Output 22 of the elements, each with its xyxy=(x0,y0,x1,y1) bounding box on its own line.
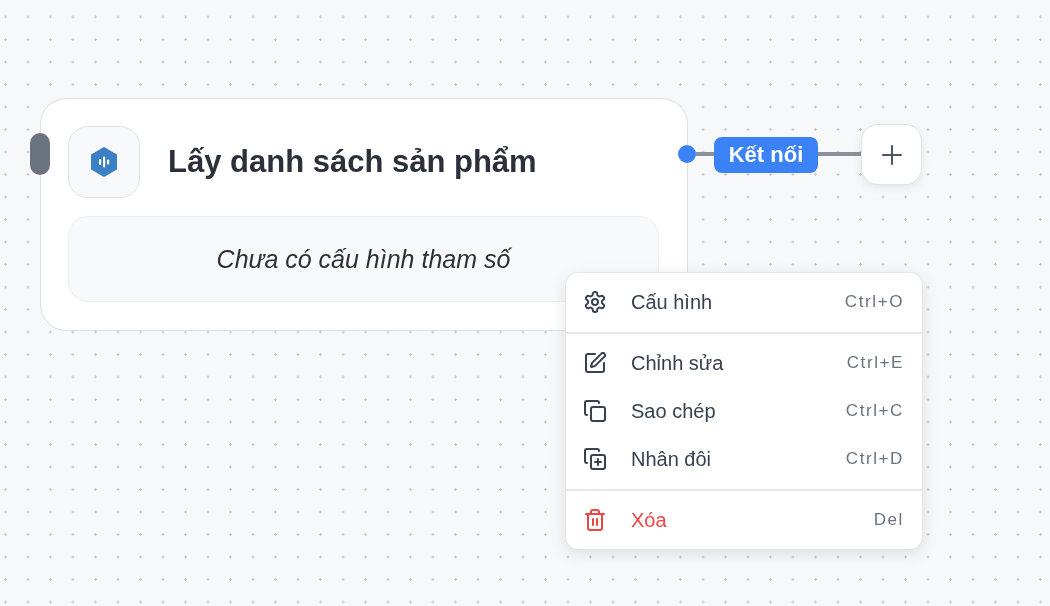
keyboard-shortcut: Ctrl+E xyxy=(846,353,904,373)
plus-icon xyxy=(881,144,902,165)
empty-parameters-message: Chưa có cấu hình tham số xyxy=(216,244,511,274)
copy-icon xyxy=(584,400,606,422)
pencil-square-icon xyxy=(584,352,606,374)
menu-item[interactable]: Sao chép Ctrl+C xyxy=(566,387,922,435)
output-handle[interactable] xyxy=(678,145,696,163)
copy-plus-icon xyxy=(584,448,606,470)
add-node-button[interactable] xyxy=(861,124,922,185)
hexagon-bars-icon xyxy=(91,147,117,177)
menu-item[interactable]: Nhân đôi Ctrl+D xyxy=(566,435,922,483)
keyboard-shortcut: Ctrl+O xyxy=(844,292,904,312)
input-handle[interactable] xyxy=(30,133,50,175)
trash-icon xyxy=(584,509,606,531)
gear-icon xyxy=(584,291,606,313)
menu-item[interactable]: Xóa Del xyxy=(566,496,922,544)
keyboard-shortcut: Ctrl+C xyxy=(845,401,904,421)
keyboard-shortcut: Ctrl+D xyxy=(845,449,904,469)
menu-item[interactable]: Chỉnh sửa Ctrl+E xyxy=(566,339,922,387)
keyboard-shortcut: Del xyxy=(873,510,904,530)
connection-label: Kết nối xyxy=(714,137,818,173)
node-title: Lấy danh sách sản phẩm xyxy=(168,144,537,180)
